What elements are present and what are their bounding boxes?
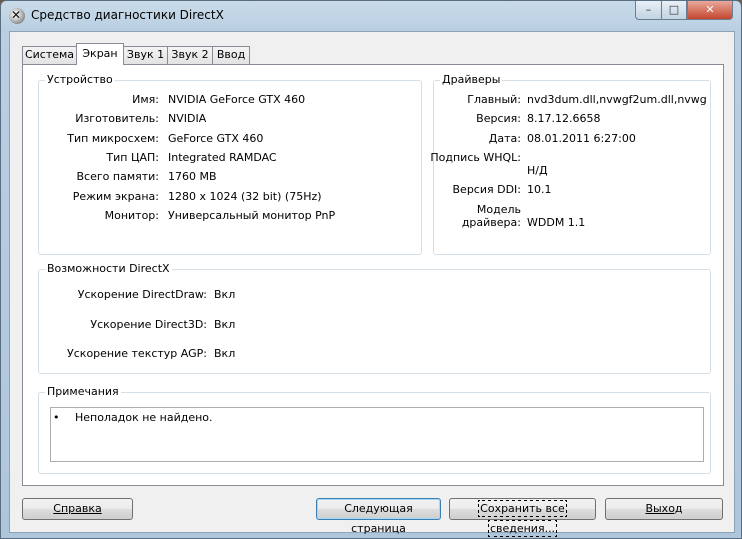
monitor-value: Универсальный монитор PnP: [168, 209, 336, 222]
close-button[interactable]: ✕: [687, 1, 733, 20]
driver-version-value: 8.17.12.6658: [527, 112, 601, 125]
manufacturer-label: Изготовитель:: [75, 112, 159, 125]
chip-type-value: GeForce GTX 460: [168, 132, 264, 145]
display-mode-label: Режим экрана:: [72, 190, 159, 203]
total-memory-value: 1760 MB: [168, 170, 217, 183]
directx-features-group: Возможности DirectX Ускорение DirectDraw…: [38, 262, 711, 374]
drivers-group-title: Драйверы: [440, 73, 503, 86]
directx-features-title: Возможности DirectX: [45, 262, 172, 275]
manufacturer-value: NVIDIA: [168, 112, 207, 125]
device-name-value: NVIDIA GeForce GTX 460: [168, 93, 306, 106]
tab-display[interactable]: Экран: [76, 43, 124, 65]
save-all-info-button-label: Сохранить все сведения...: [478, 500, 567, 537]
dac-type-value: Integrated RAMDAC: [168, 151, 277, 164]
main-driver-label: Главный:: [467, 93, 521, 106]
driver-version-label: Версия:: [476, 112, 521, 125]
device-group: Устройство Имя: NVIDIA GeForce GTX 460 И…: [38, 73, 422, 255]
tab-sound-1[interactable]: Звук 1: [123, 46, 168, 64]
notes-textbox[interactable]: • Неполадок не найдено.: [50, 407, 704, 462]
tab-input[interactable]: Ввод: [212, 46, 250, 64]
help-button-label: Справка: [53, 502, 102, 515]
agp-texture-accel-label: Ускорение текстур AGP:: [67, 347, 207, 360]
help-button[interactable]: Справка: [22, 498, 133, 520]
ddi-version-value: 10.1: [527, 183, 552, 196]
directdraw-accel-value: Вкл: [214, 288, 236, 301]
agp-texture-accel-value: Вкл: [214, 347, 236, 360]
display-tab-panel: Устройство Имя: NVIDIA GeForce GTX 460 И…: [22, 64, 724, 486]
monitor-label: Монитор:: [104, 209, 159, 222]
minimize-button[interactable]: –: [635, 1, 662, 20]
save-all-info-button[interactable]: Сохранить все сведения...: [449, 498, 596, 537]
exit-button-label: Выход: [645, 502, 683, 515]
display-mode-value: 1280 x 1024 (32 bit) (75Hz): [168, 190, 322, 203]
device-name-label: Имя:: [132, 93, 159, 106]
drivers-group: Драйверы Главный: nvd3dum.dll,nvwgf2um.d…: [430, 73, 711, 255]
notes-group: Примечания • Неполадок не найдено.: [38, 385, 711, 474]
driver-model-label-line2: драйвера:: [461, 216, 521, 229]
notes-text: Неполадок не найдено.: [75, 411, 213, 424]
whql-label: Подпись WHQL:: [430, 151, 521, 164]
driver-model-value: WDDM 1.1: [527, 216, 586, 229]
driver-model-label-line1: Модель: [476, 203, 521, 216]
notes-bullet: •: [53, 411, 60, 424]
driver-date-value: 08.01.2011 6:27:00: [527, 132, 636, 145]
directx-diagnostic-window: Средство диагностики DirectX – □ ✕ Систе…: [0, 0, 742, 539]
dialog-client-area: Система Экран Звук 1 Звук 2 Ввод Устройс…: [9, 31, 735, 537]
direct3d-accel-value: Вкл: [214, 318, 236, 331]
driver-date-label: Дата:: [488, 132, 521, 145]
notes-group-title: Примечания: [45, 385, 121, 398]
window-title: Средство диагностики DirectX: [31, 8, 224, 22]
maximize-button[interactable]: □: [661, 1, 687, 20]
title-bar[interactable]: Средство диагностики DirectX – □ ✕: [1, 1, 741, 31]
directdraw-accel-label: Ускорение DirectDraw:: [77, 288, 207, 301]
device-group-title: Устройство: [45, 73, 115, 86]
next-page-button-label: Следующая страница: [344, 502, 413, 535]
directx-icon: [9, 8, 25, 24]
main-driver-value: nvd3dum.dll,nvwgf2um.dll,nvwgf2um: [527, 93, 707, 106]
next-page-button[interactable]: Следующая страница: [316, 498, 441, 535]
whql-value: Н/Д: [527, 164, 548, 177]
dac-type-label: Тип ЦАП:: [106, 151, 159, 164]
tab-sound-2[interactable]: Звук 2: [167, 46, 213, 64]
exit-button[interactable]: Выход: [605, 498, 723, 520]
tab-system[interactable]: Система: [22, 46, 77, 64]
total-memory-label: Всего памяти:: [76, 170, 159, 183]
chip-type-label: Тип микросхем:: [67, 132, 159, 145]
ddi-version-label: Версия DDI:: [452, 183, 522, 196]
direct3d-accel-label: Ускорение Direct3D:: [90, 318, 207, 331]
